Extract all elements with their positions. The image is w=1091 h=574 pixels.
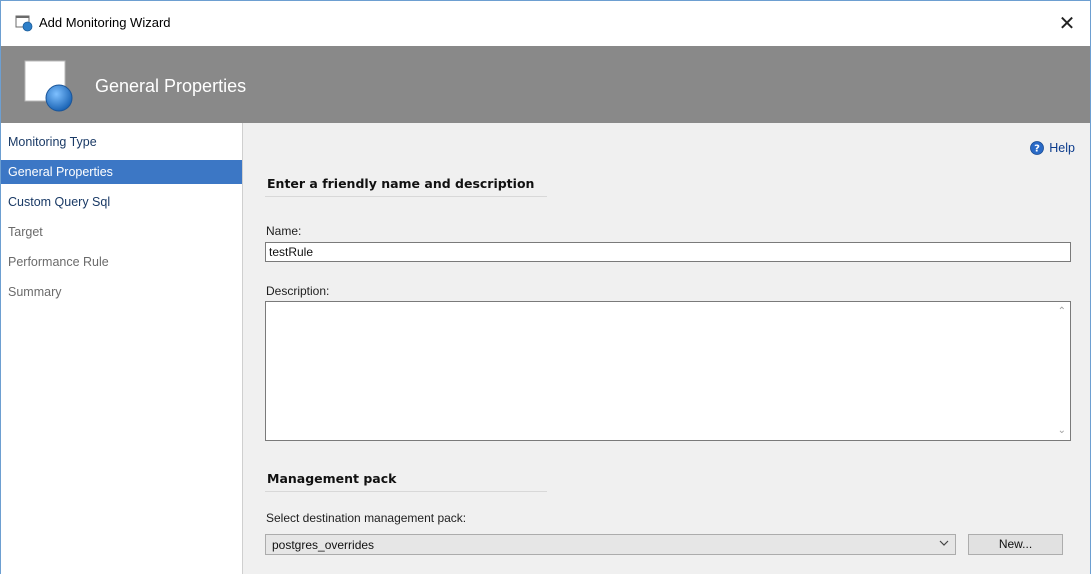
sidebar-item-custom-query-sql[interactable]: Custom Query Sql — [1, 190, 242, 214]
sidebar-item-performance-rule: Performance Rule — [8, 255, 109, 269]
main-content: ? Help Enter a friendly name and descrip… — [243, 123, 1090, 574]
management-pack-select-label: Select destination management pack: — [266, 511, 467, 525]
close-icon: ✕ — [1058, 13, 1076, 35]
name-description-section-title: Enter a friendly name and description — [267, 176, 535, 191]
monitoring-wizard-icon — [15, 15, 33, 32]
page-title: General Properties — [95, 76, 247, 96]
svg-text:?: ? — [1034, 144, 1040, 155]
sidebar-item-general-properties[interactable]: General Properties — [1, 160, 242, 184]
header-banner: General Properties — [1, 46, 1090, 123]
name-label: Name: — [266, 224, 302, 238]
management-pack-section-title: Management pack — [267, 471, 397, 486]
management-pack-dropdown[interactable]: postgres_overrides — [265, 534, 956, 555]
section-divider — [265, 491, 547, 492]
title-bar: Add Monitoring Wizard ✕ — [1, 1, 1090, 46]
general-properties-icon — [24, 60, 73, 112]
window-title: Add Monitoring Wizard — [39, 15, 171, 30]
close-button[interactable]: ✕ — [1044, 1, 1090, 46]
sidebar-item-summary: Summary — [8, 285, 62, 299]
section-divider — [265, 196, 547, 197]
scroll-up-icon[interactable]: ⌃ — [1058, 306, 1066, 317]
help-link[interactable]: ? Help — [1030, 141, 1075, 155]
help-icon: ? — [1030, 141, 1045, 155]
sidebar-item-monitoring-type[interactable]: Monitoring Type — [1, 130, 242, 154]
wizard-window: Add Monitoring Wizard ✕ General Properti… — [0, 0, 1091, 574]
chevron-down-icon — [939, 540, 949, 546]
description-textarea[interactable]: ⌃ ⌄ — [265, 301, 1071, 441]
wizard-steps-sidebar: Monitoring Type General Properties Custo… — [1, 123, 243, 574]
name-input[interactable] — [265, 242, 1071, 262]
new-management-pack-button[interactable]: New... — [968, 534, 1063, 555]
sidebar-item-target: Target — [8, 225, 43, 239]
selected-management-pack: postgres_overrides — [272, 538, 375, 552]
scroll-down-icon[interactable]: ⌄ — [1058, 425, 1066, 436]
help-label: Help — [1049, 141, 1075, 155]
description-label: Description: — [266, 284, 330, 298]
